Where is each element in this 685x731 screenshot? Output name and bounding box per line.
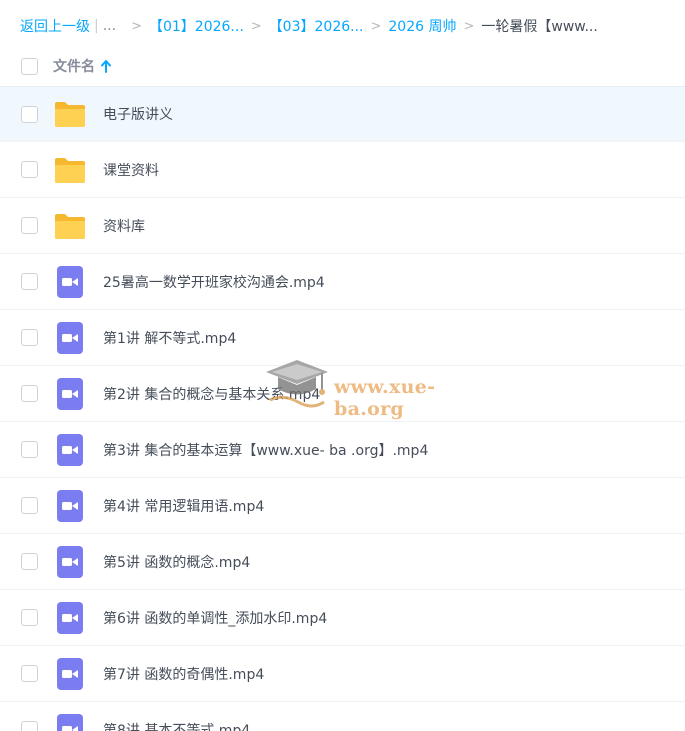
file-row[interactable]: 课堂资料: [0, 142, 685, 198]
row-checkbox[interactable]: [21, 161, 38, 178]
row-checkbox[interactable]: [21, 273, 38, 290]
file-row[interactable]: 第6讲 函数的单调性_添加水印.mp4: [0, 590, 685, 646]
breadcrumb-item[interactable]: 【03】2026...: [269, 16, 364, 36]
breadcrumb-current: 一轮暑假【www...: [481, 19, 598, 35]
file-row[interactable]: 第7讲 函数的奇偶性.mp4: [0, 646, 685, 702]
folder-icon: [53, 153, 87, 187]
row-checkbox[interactable]: [21, 385, 38, 402]
breadcrumb-divider: |: [94, 18, 99, 34]
row-checkbox[interactable]: [21, 441, 38, 458]
file-name[interactable]: 第4讲 常用逻辑用语.mp4: [103, 496, 264, 516]
row-checkbox[interactable]: [21, 329, 38, 346]
file-row[interactable]: 第2讲 集合的概念与基本关系.mp4: [0, 366, 685, 422]
file-browser: 返回上一级 | ... > 【01】2026... > 【03】2026... …: [0, 0, 685, 731]
arrow-up-icon: [101, 59, 111, 73]
file-row[interactable]: 第4讲 常用逻辑用语.mp4: [0, 478, 685, 534]
row-checkbox[interactable]: [21, 721, 38, 731]
chevron-right-icon: >: [463, 18, 475, 34]
video-file-icon: [53, 713, 87, 731]
file-row[interactable]: 第5讲 函数的概念.mp4: [0, 534, 685, 590]
file-name[interactable]: 电子版讲义: [103, 104, 173, 124]
sort-by-filename[interactable]: 文件名: [53, 56, 111, 76]
row-checkbox[interactable]: [21, 553, 38, 570]
video-file-icon: [53, 657, 87, 691]
folder-icon: [53, 97, 87, 131]
breadcrumb-item[interactable]: 2026 周帅: [388, 16, 456, 36]
file-row[interactable]: 25暑高一数学开班家校沟通会.mp4: [0, 254, 685, 310]
row-checkbox[interactable]: [21, 609, 38, 626]
video-file-icon: [53, 265, 87, 299]
file-name[interactable]: 第8讲 基本不等式.mp4: [103, 720, 250, 731]
file-name[interactable]: 资料库: [103, 216, 145, 236]
row-checkbox[interactable]: [21, 665, 38, 682]
list-header: 文件名: [0, 48, 685, 84]
file-name[interactable]: 25暑高一数学开班家校沟通会.mp4: [103, 272, 325, 292]
file-name[interactable]: 第2讲 集合的概念与基本关系.mp4: [103, 384, 320, 404]
select-all-checkbox[interactable]: [21, 57, 38, 75]
video-file-icon: [53, 601, 87, 635]
row-checkbox[interactable]: [21, 217, 38, 234]
file-name[interactable]: 第6讲 函数的单调性_添加水印.mp4: [103, 608, 327, 628]
breadcrumb-ellipsis[interactable]: ...: [103, 18, 116, 34]
file-name[interactable]: 第1讲 解不等式.mp4: [103, 328, 236, 348]
breadcrumb-item[interactable]: 【01】2026...: [149, 16, 244, 36]
breadcrumb: 返回上一级 | ... > 【01】2026... > 【03】2026... …: [20, 15, 598, 37]
file-row[interactable]: 第3讲 集合的基本运算【www.xue- ba .org】.mp4: [0, 422, 685, 478]
video-file-icon: [53, 377, 87, 411]
video-file-icon: [53, 433, 87, 467]
chevron-right-icon: >: [370, 18, 382, 34]
file-name[interactable]: 第5讲 函数的概念.mp4: [103, 552, 250, 572]
file-name[interactable]: 第3讲 集合的基本运算【www.xue- ba .org】.mp4: [103, 440, 428, 460]
folder-icon: [53, 209, 87, 243]
filename-column-label: 文件名: [53, 59, 95, 75]
video-file-icon: [53, 489, 87, 523]
chevron-right-icon: >: [131, 18, 142, 34]
file-name[interactable]: 第7讲 函数的奇偶性.mp4: [103, 664, 264, 684]
file-row[interactable]: 第8讲 基本不等式.mp4: [0, 702, 685, 731]
file-row[interactable]: 第1讲 解不等式.mp4: [0, 310, 685, 366]
back-link[interactable]: 返回上一级: [20, 16, 90, 36]
file-list: 电子版讲义课堂资料资料库 25暑高一数学开班家校沟通会.mp4 第1讲 解不等式.m…: [0, 86, 685, 731]
chevron-right-icon: >: [250, 18, 262, 34]
file-row[interactable]: 电子版讲义: [0, 86, 685, 142]
file-row[interactable]: 资料库: [0, 198, 685, 254]
row-checkbox[interactable]: [21, 105, 38, 123]
file-name[interactable]: 课堂资料: [103, 160, 159, 180]
row-checkbox[interactable]: [21, 497, 38, 514]
video-file-icon: [53, 545, 87, 579]
video-file-icon: [53, 321, 87, 355]
